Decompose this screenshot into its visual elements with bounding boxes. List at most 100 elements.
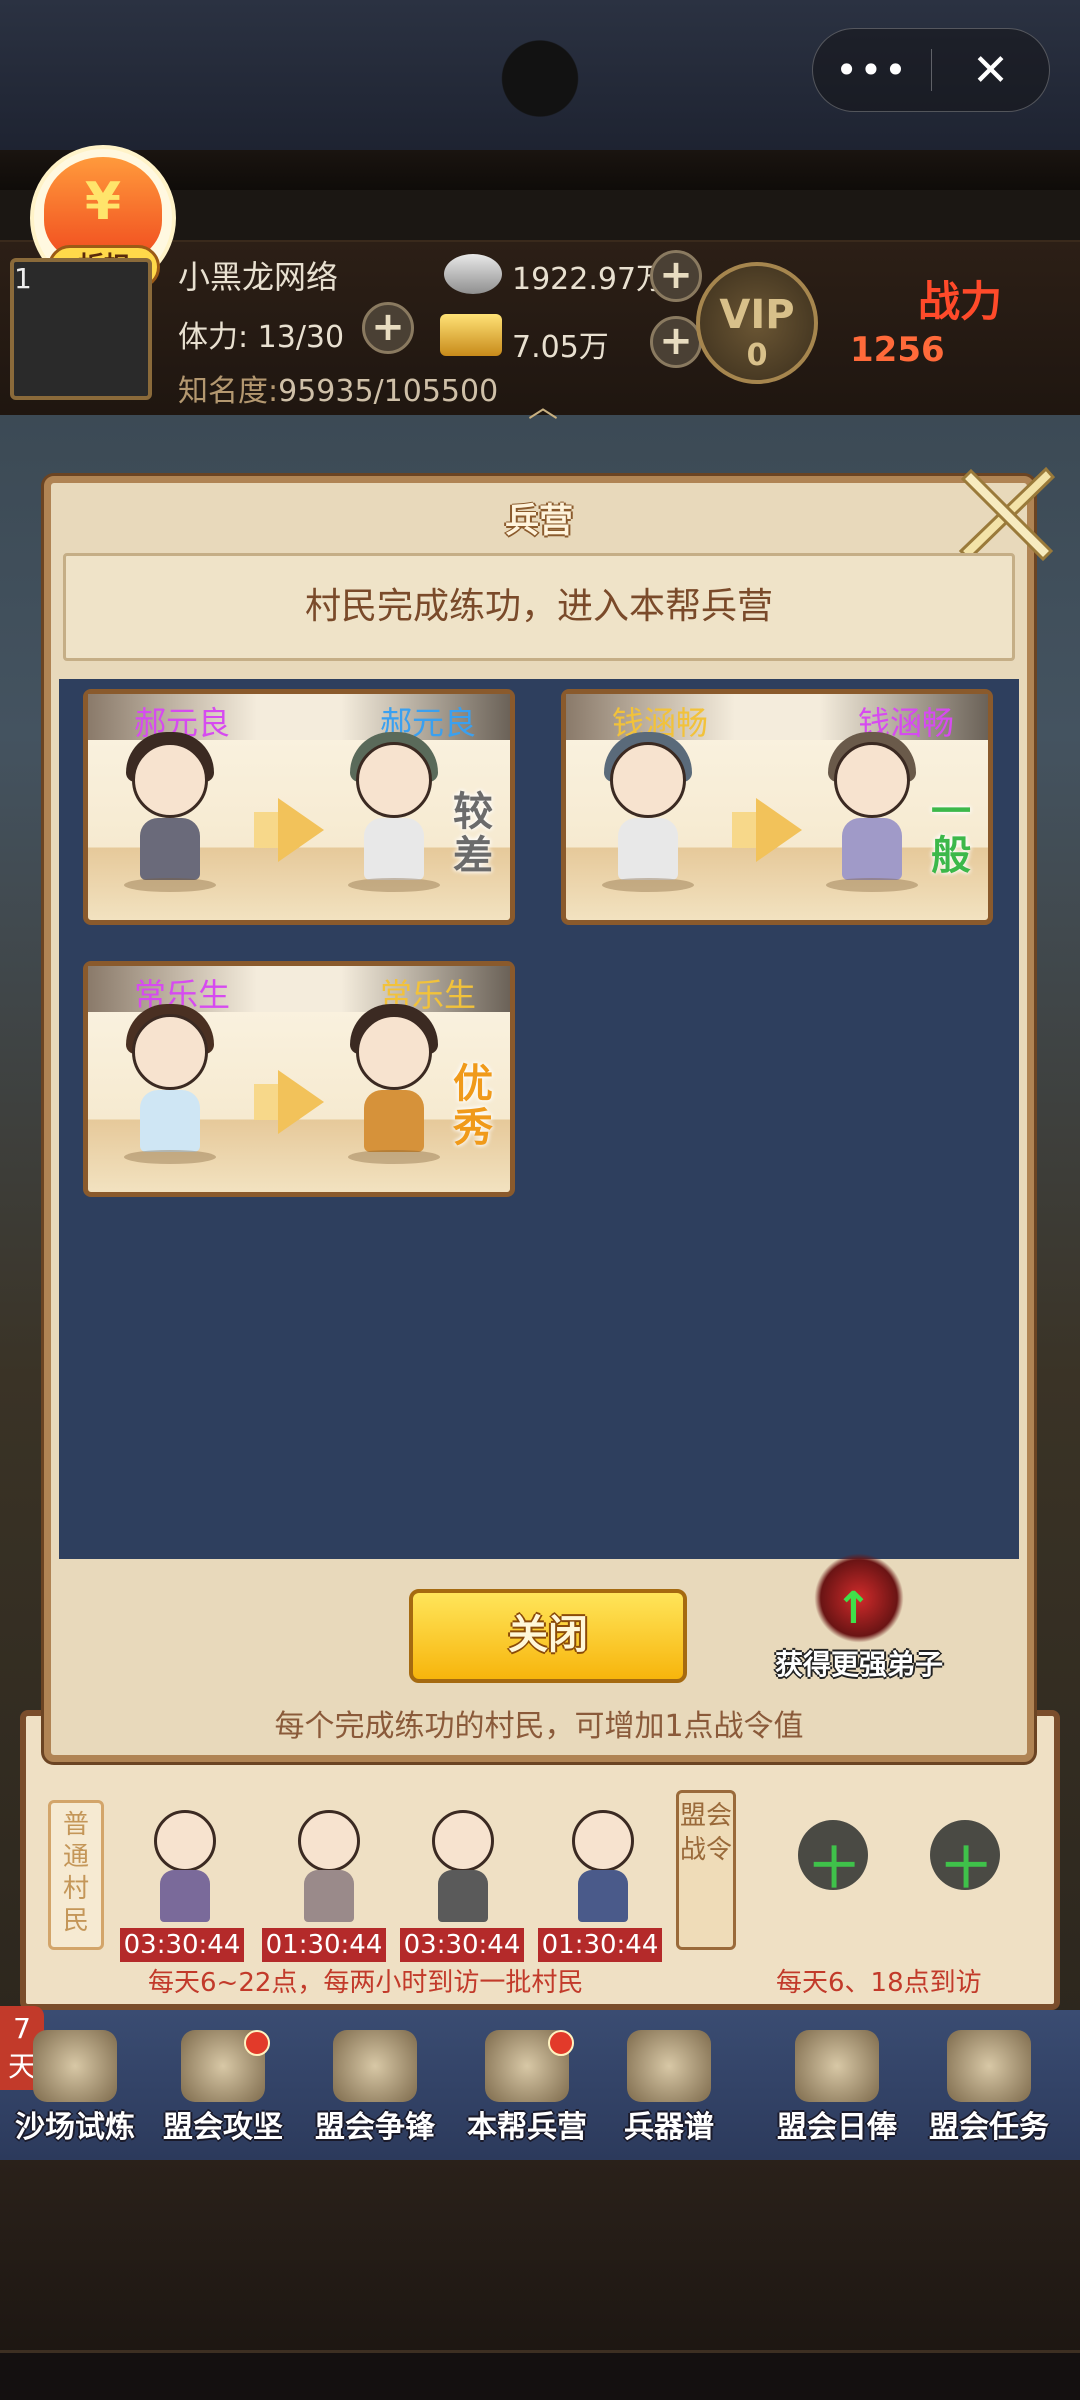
villager-portrait bbox=[592, 730, 704, 900]
weapon-list-icon bbox=[627, 2030, 711, 2102]
grade-char: 优 bbox=[453, 1061, 493, 1107]
visit-timer: 01:30:44 bbox=[538, 1928, 662, 1962]
portrait-body bbox=[842, 818, 902, 880]
gold-ingot-icon bbox=[440, 314, 502, 356]
nav-item-label: 沙场试炼 bbox=[15, 2110, 135, 2145]
villager-figure[interactable] bbox=[140, 1800, 230, 1928]
empty-villager-slot[interactable]: 十 bbox=[790, 1820, 876, 1920]
dialog-subtitle: 村民完成练功，进入本帮兵营 bbox=[63, 553, 1015, 661]
disciple-card[interactable]: 钱涵畅 钱涵畅 一 般 bbox=[561, 689, 993, 925]
villager-figure[interactable] bbox=[558, 1800, 648, 1928]
portrait-body bbox=[364, 1090, 424, 1152]
silver-ingot-icon bbox=[444, 254, 502, 294]
add-villager-icon: 十 bbox=[812, 1843, 856, 1894]
villager-body bbox=[438, 1870, 488, 1922]
vip-badge[interactable]: VIP 0 bbox=[696, 262, 818, 384]
upgrade-arrow-icon bbox=[756, 798, 802, 862]
nav-item-barracks[interactable]: 本帮兵营 bbox=[452, 2030, 602, 2150]
fame-row: 知名度:95935/105500 bbox=[178, 366, 498, 410]
add-silver-button[interactable]: + bbox=[650, 250, 702, 302]
portrait-shadow bbox=[602, 878, 694, 892]
battlefield-trial-icon bbox=[33, 2030, 117, 2102]
fame-label: 知名度: bbox=[178, 374, 279, 409]
dialog-title: 兵营 bbox=[505, 501, 573, 541]
upgrade-arrow-icon bbox=[278, 798, 324, 862]
villager-body bbox=[304, 1870, 354, 1922]
portrait-head bbox=[356, 1014, 432, 1090]
nav-item-alliance-salary[interactable]: 盟会日俸 bbox=[762, 2030, 912, 2150]
nav-item-battlefield-trial[interactable]: 沙场试炼 bbox=[0, 2030, 150, 2150]
grade-char: 一 bbox=[931, 789, 971, 835]
add-villager-icon: 十 bbox=[944, 1843, 988, 1894]
grade-badge: 一 般 bbox=[924, 790, 978, 878]
stamina-value: 体力: 13/30 bbox=[178, 320, 345, 355]
nav-item-label: 盟会日俸 bbox=[777, 2110, 897, 2145]
disciple-card[interactable]: 常乐生 常乐生 优 秀 bbox=[83, 961, 515, 1197]
add-gold-button[interactable]: + bbox=[650, 316, 702, 368]
add-stamina-button[interactable]: + bbox=[362, 302, 414, 354]
floor-edge bbox=[0, 2350, 1080, 2400]
nav-item-label: 盟会任务 bbox=[929, 2110, 1049, 2145]
portrait-head bbox=[132, 742, 208, 818]
fame-value: 95935/105500 bbox=[278, 374, 499, 409]
villager-head bbox=[432, 1810, 494, 1872]
villager-head bbox=[298, 1810, 360, 1872]
player-name: 小黑龙网络 bbox=[178, 258, 339, 296]
villager-head bbox=[572, 1810, 634, 1872]
close-button[interactable]: 关闭 bbox=[409, 1589, 687, 1683]
portrait-head bbox=[834, 742, 910, 818]
villager-portrait bbox=[114, 730, 226, 900]
vip-level: 0 bbox=[746, 338, 768, 373]
power-label: 战力 bbox=[918, 277, 1003, 326]
portrait-body bbox=[364, 818, 424, 880]
portrait-head bbox=[610, 742, 686, 818]
nav-item-alliance-contest[interactable]: 盟会争锋 bbox=[300, 2030, 450, 2150]
dialog-close-icon[interactable] bbox=[951, 461, 1061, 561]
special-visit-text: 每天6、18点到访 bbox=[776, 1968, 982, 1998]
battle-order-label[interactable]: 盟会战令 bbox=[676, 1790, 736, 1950]
visit-timer: 03:30:44 bbox=[120, 1928, 244, 1962]
visit-timer: 03:30:44 bbox=[400, 1928, 524, 1962]
portrait-body bbox=[140, 1090, 200, 1152]
portrait-shadow bbox=[124, 878, 216, 892]
close-mini-program-button[interactable]: ✕ bbox=[932, 45, 1049, 96]
nav-item-alliance-tasks[interactable]: 盟会任务 bbox=[914, 2030, 1064, 2150]
get-stronger-disciple-button[interactable]: ↑ 获得更强弟子 bbox=[759, 1553, 959, 1703]
villager-body bbox=[160, 1870, 210, 1922]
notification-dot bbox=[548, 2030, 574, 2056]
villager-head bbox=[154, 1810, 216, 1872]
villager-body bbox=[578, 1870, 628, 1922]
villager-figure[interactable] bbox=[284, 1800, 374, 1928]
villager-category-label: 普通村民 bbox=[48, 1800, 104, 1950]
mini-program-capsule: ••• ✕ bbox=[812, 28, 1050, 112]
grade-badge: 优 秀 bbox=[446, 1062, 500, 1150]
nav-item-label: 盟会攻坚 bbox=[163, 2110, 283, 2145]
disciple-card[interactable]: 郝元良 郝元良 较 差 bbox=[83, 689, 515, 925]
alliance-contest-icon bbox=[333, 2030, 417, 2102]
portrait-head bbox=[356, 742, 432, 818]
collapse-chevron-icon[interactable]: ︿ bbox=[528, 382, 558, 426]
battle-order-hint: 每个完成练功的村民，可增加1点战令值 bbox=[274, 1709, 804, 1744]
barracks-dialog: 兵营 村民完成练功，进入本帮兵营 郝元良 郝元良 较 差 钱涵畅 钱涵畅 一 般… bbox=[44, 466, 1056, 1762]
villager-portrait bbox=[114, 1002, 226, 1172]
portrait-body bbox=[618, 818, 678, 880]
empty-villager-slot[interactable]: 十 bbox=[922, 1820, 1008, 1920]
grade-char: 差 bbox=[453, 833, 493, 879]
nav-item-label: 盟会争锋 bbox=[315, 2110, 435, 2145]
grade-char: 较 bbox=[453, 789, 493, 835]
nav-item-weapon-list[interactable]: 兵器谱 bbox=[594, 2030, 744, 2150]
vip-label: VIP bbox=[719, 292, 795, 338]
silver-amount: 1922.97万 bbox=[512, 262, 667, 297]
portrait-body bbox=[140, 818, 200, 880]
notification-dot bbox=[244, 2030, 270, 2056]
nav-item-alliance-siege[interactable]: 盟会攻坚 bbox=[148, 2030, 298, 2150]
more-menu-button[interactable]: ••• bbox=[813, 48, 931, 92]
gold-amount: 7.05万 bbox=[512, 330, 609, 365]
roof-ornament bbox=[460, 20, 620, 150]
disciple-portrait bbox=[338, 1002, 450, 1172]
level-badge: 1 bbox=[14, 262, 32, 295]
visit-timer: 01:30:44 bbox=[262, 1928, 386, 1962]
power-value: 1256 bbox=[850, 330, 945, 370]
villager-figure[interactable] bbox=[418, 1800, 508, 1928]
nav-item-label: 兵器谱 bbox=[624, 2110, 714, 2145]
